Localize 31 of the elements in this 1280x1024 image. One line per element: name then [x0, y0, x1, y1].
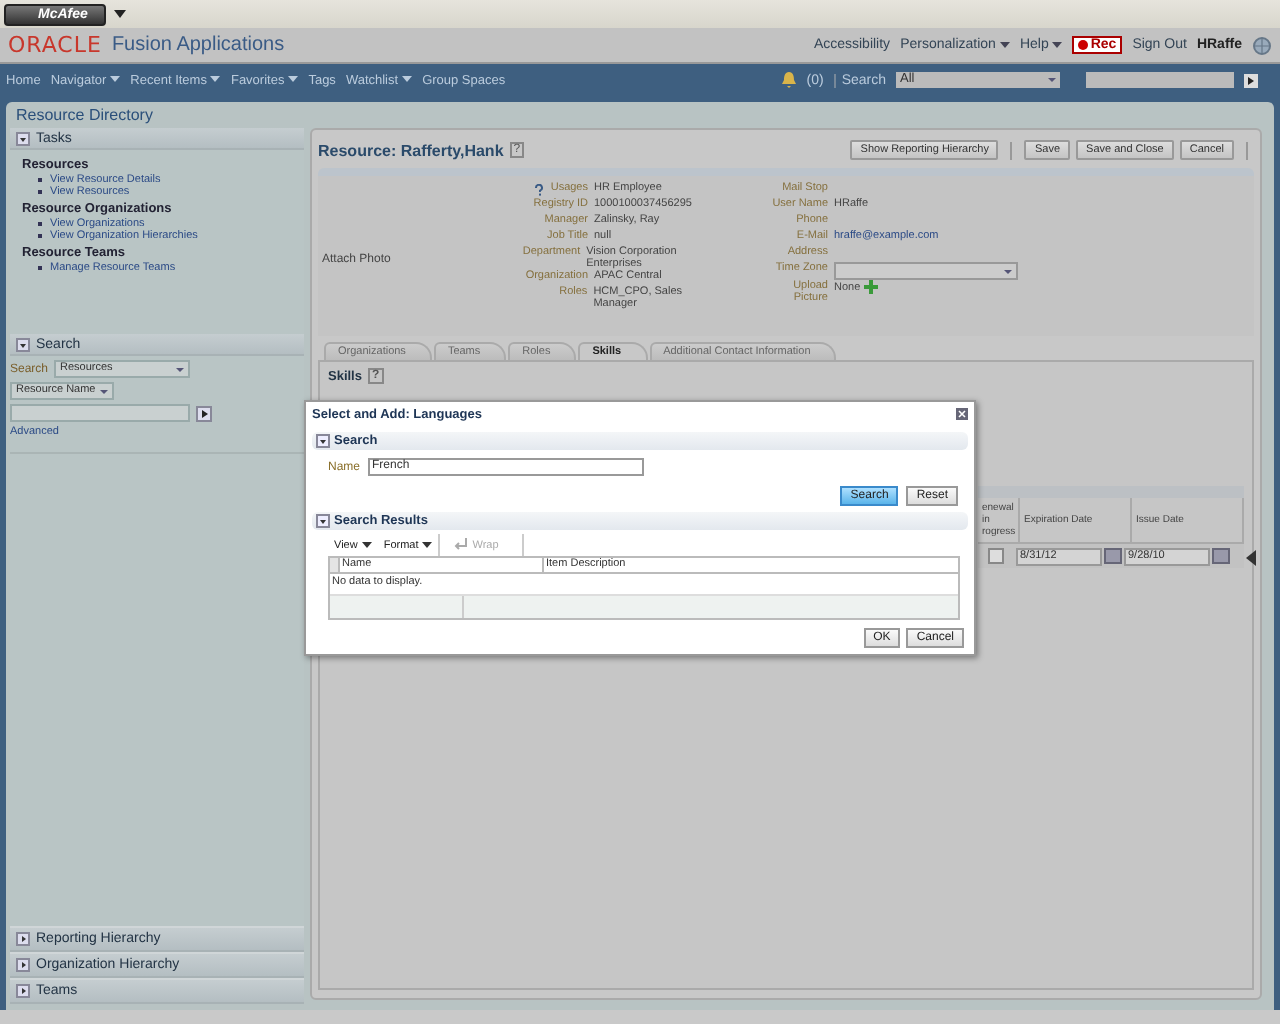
bell-icon[interactable] — [782, 72, 797, 88]
search-input[interactable] — [10, 404, 190, 422]
caret-icon[interactable] — [1052, 41, 1063, 48]
arrow-right-icon[interactable] — [1244, 73, 1258, 87]
close-icon[interactable] — [956, 408, 968, 420]
help-icon[interactable] — [534, 184, 545, 196]
toggle-icon[interactable] — [16, 131, 30, 145]
dropdown-icon[interactable] — [1002, 266, 1014, 278]
caret-icon[interactable] — [422, 542, 433, 548]
arrow-right-icon[interactable] — [196, 405, 212, 421]
caret-icon[interactable] — [999, 41, 1010, 48]
product-name: Fusion Applications — [111, 34, 285, 56]
dropdown-icon[interactable] — [174, 364, 187, 376]
toggle-icon[interactable] — [16, 984, 30, 998]
toggle-icon[interactable] — [16, 932, 30, 946]
caret-icon[interactable] — [113, 10, 126, 18]
toggle-icon[interactable] — [16, 337, 30, 351]
wrap-icon — [452, 538, 469, 552]
caret-icon[interactable] — [361, 542, 372, 548]
dropdown-icon[interactable] — [98, 386, 110, 398]
resource-title: Resource: Rafferty,Hank — [318, 141, 504, 159]
toggle-icon[interactable] — [316, 434, 330, 448]
page-title: Resource Directory — [14, 104, 155, 128]
brand-logo: ORACLE — [8, 32, 102, 58]
collapse-arrow-icon[interactable] — [1246, 550, 1256, 566]
dropdown-icon[interactable] — [1046, 74, 1058, 86]
global-search-field[interactable] — [1086, 72, 1234, 88]
globe-icon[interactable] — [1252, 35, 1272, 55]
toggle-icon[interactable] — [16, 958, 30, 972]
toggle-icon[interactable] — [316, 514, 330, 528]
checkbox[interactable] — [988, 548, 1004, 564]
